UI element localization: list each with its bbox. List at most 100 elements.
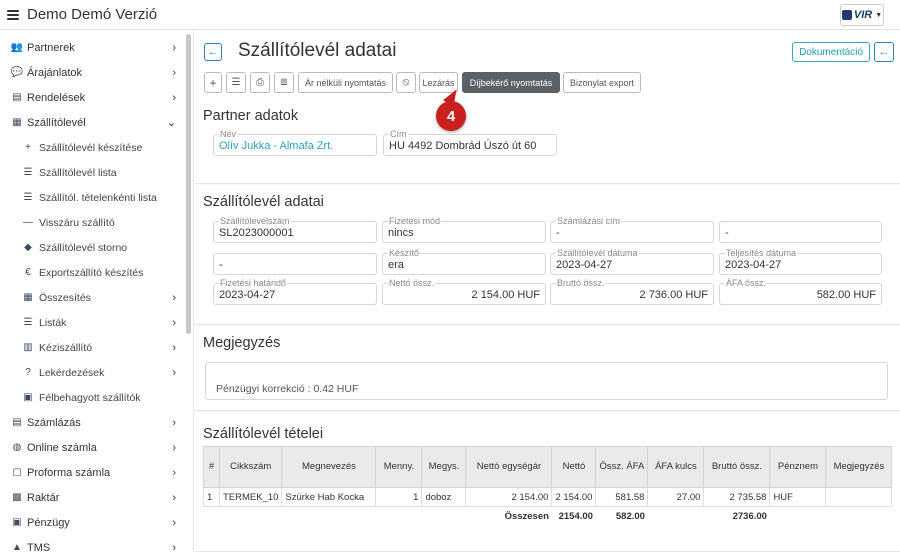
logo-badge-icon — [841, 10, 852, 20]
column-header[interactable]: Pénznem — [769, 446, 827, 488]
back-button[interactable]: ← — [204, 43, 222, 61]
column-header[interactable]: Megnevezés — [281, 446, 377, 488]
sidebar-item-20[interactable]: ▲ TMS › — [0, 535, 186, 552]
total-cell: 2736.00 — [732, 510, 767, 522]
column-header[interactable]: Össz. ÁFA — [595, 446, 649, 488]
sidebar-item-11[interactable]: ☰ Listák › — [0, 310, 186, 335]
printer-icon: ⎙ — [256, 77, 264, 88]
chevron-right-icon: › — [172, 366, 176, 379]
sidebar-item-9[interactable]: € Exportszállító készítés — [0, 260, 186, 285]
table-cell: TERMEK_10 — [218, 487, 283, 507]
sidebar-item-17[interactable]: ▢ Proforma számla › — [0, 460, 186, 485]
sidebar-item-2[interactable]: ▤ Rendelések › — [0, 85, 186, 110]
sidebar-item-8[interactable]: ◆ Szállítólevél storno — [0, 235, 186, 260]
top-bar: Demo Demó Verzió VIR ▼ — [0, 0, 900, 30]
chevron-right-icon: › — [172, 91, 176, 104]
column-header[interactable]: ÁFA kulcs — [647, 446, 705, 488]
empty-cell — [220, 507, 282, 526]
sidebar-item-label: Számlázás — [27, 416, 81, 429]
billing-address-label: Számlázási cím — [556, 216, 622, 226]
sidebar-item-6[interactable]: ☰ Szállítól. tételenkénti lista — [0, 185, 186, 210]
partner-section: Partner adatok Név Olív Jukka - Almafa Z… — [195, 98, 900, 184]
column-header[interactable]: Cikkszám — [218, 446, 283, 488]
delivery-number-field[interactable]: Szállítólevélszám SL2023000001 — [213, 216, 377, 243]
column-header[interactable]: # — [203, 446, 220, 488]
document-export-button[interactable]: Bizonylat export — [563, 72, 641, 93]
partner-address-field[interactable]: Cím HU 4492 Dombrád Úszó út 60 — [383, 129, 557, 156]
net-total-field[interactable]: Nettó össz. 2 154.00 HUF — [382, 278, 546, 305]
table-row[interactable]: 1 TERMEK_10 Szürke Hab Kocka 1 doboz 2 154.00… — [203, 487, 893, 507]
sidebar-item-16[interactable]: ◍ Online számla › — [0, 435, 186, 460]
logo-text: VIR — [853, 9, 873, 21]
empty-cell — [376, 507, 422, 526]
documentation-button[interactable]: Dokumentáció — [792, 42, 870, 62]
gross-total-field[interactable]: Bruttó össz. 2 736.00 HUF — [550, 278, 714, 305]
sidebar-item-0[interactable]: 👥 Partnerek › — [0, 35, 186, 60]
items-table: # Cikkszám Megnevezés Menny. Megys. Nettó egy… — [203, 446, 893, 526]
add-button[interactable]: + — [204, 72, 222, 93]
sidebar-item-label: Pénzügy — [27, 516, 70, 529]
column-header[interactable]: Nettó — [551, 446, 597, 488]
menu-icon[interactable] — [7, 9, 19, 20]
sidebar-item-3[interactable]: ▦ Szállítólevél ⌄ — [0, 110, 186, 135]
sidebar-item-4[interactable]: + Szállítólevél készítése — [0, 135, 186, 160]
table-cell: 581.58 — [595, 487, 649, 507]
globe-icon: ◍ — [12, 442, 22, 453]
column-header[interactable]: Nettó egységár — [465, 446, 553, 488]
sidebar-item-1[interactable]: 💬 Árajánlatok › — [0, 60, 186, 85]
sidebar-item-18[interactable]: ▩ Raktár › — [0, 485, 186, 510]
sidebar-item-7[interactable]: — Visszáru szállító — [0, 210, 186, 235]
print-button[interactable]: ⎙ — [250, 72, 270, 93]
total-cell: Összesen — [504, 510, 549, 522]
billing-address-field[interactable]: Számlázási cím - — [550, 216, 714, 243]
billing-address-value: - — [556, 227, 560, 239]
sidebar-item-13[interactable]: ? Lekérdezések › — [0, 360, 186, 385]
column-header[interactable]: Megjegyzés — [825, 446, 893, 488]
partner-name-field[interactable]: Név Olív Jukka - Almafa Zrt. — [213, 129, 377, 156]
partner-name-value[interactable]: Olív Jukka - Almafa Zrt. — [219, 140, 333, 152]
sidebar-scrollbar[interactable] — [186, 34, 191, 334]
column-header[interactable]: Menny. — [375, 446, 423, 488]
chevron-right-icon: › — [172, 541, 176, 552]
fulfilment-date-field[interactable]: Teljesítés dátuma 2023-04-27 — [719, 248, 882, 275]
notes-box: Pénzügyi korrekció : 0.42 HUF — [205, 362, 888, 400]
sidebar-item-12[interactable]: ▥ Kéziszállító › — [0, 335, 186, 360]
chevron-right-icon: › — [172, 41, 176, 54]
back-button-right[interactable]: ← — [874, 42, 894, 62]
sidebar-item-label: Szállítólevél lista — [39, 166, 117, 179]
column-header[interactable]: Megys. — [421, 446, 467, 488]
sidebar-item-14[interactable]: ▣ Félbehagyott szállítók — [0, 385, 186, 410]
column-header[interactable]: Bruttó össz. — [703, 446, 771, 488]
vat-total-field[interactable]: ÁFA össz. 582.00 HUF — [719, 278, 882, 305]
payment-method-field[interactable]: Fizetési mód nincs — [382, 216, 546, 243]
empty-cell — [770, 507, 826, 526]
eraser-icon: ◆ — [24, 242, 32, 253]
fee-request-print-button[interactable]: Díjbekérő nyomtatás — [462, 72, 560, 93]
sidebar-item-19[interactable]: ▣ Pénzügy › — [0, 510, 186, 535]
extra-field-1[interactable]: - — [719, 221, 882, 243]
company-logo[interactable]: VIR ▼ — [840, 4, 884, 26]
delivery-date-field[interactable]: Szállítólevél dátuma 2023-04-27 — [550, 248, 714, 275]
delivery-number-label: Szállítólevélszám — [219, 216, 291, 226]
notes-text: Pénzügyi korrekció : 0.42 HUF — [216, 383, 359, 395]
totals-row: Összesen 2154.00 582.00 2736.00 — [204, 507, 892, 526]
vat-total-label: ÁFA össz. — [725, 278, 768, 288]
payment-due-field[interactable]: Fizetési határidő 2023-04-27 — [213, 278, 377, 305]
total-cell: 582.00 — [615, 510, 645, 522]
partner-address-label: Cím — [389, 129, 408, 139]
extra-field-2[interactable]: - — [213, 253, 377, 275]
creator-field[interactable]: Készítő era — [382, 248, 546, 275]
sidebar-item-label: Összesítés — [39, 291, 91, 304]
sidebar-item-label: TMS — [27, 541, 51, 552]
page-title: Szállítólevél adatai — [238, 40, 397, 61]
print-without-price-button[interactable]: Ár nélküli nyomtatás — [298, 72, 393, 93]
sidebar-item-label: Rendelések — [27, 91, 86, 104]
cancel-button[interactable]: ⦸ — [396, 72, 416, 93]
chevron-down-icon: ⌄ — [166, 117, 176, 129]
sidebar-item-10[interactable]: ▦ Összesítés › — [0, 285, 186, 310]
sidebar-item-5[interactable]: ☰ Szállítólevél lista — [0, 160, 186, 185]
list-button[interactable]: ☰ — [226, 72, 246, 93]
ordered-list-button[interactable]: ≣ — [274, 72, 294, 93]
sidebar-item-15[interactable]: ▤ Számlázás › — [0, 410, 186, 435]
fulfilment-date-label: Teljesítés dátuma — [725, 248, 798, 258]
